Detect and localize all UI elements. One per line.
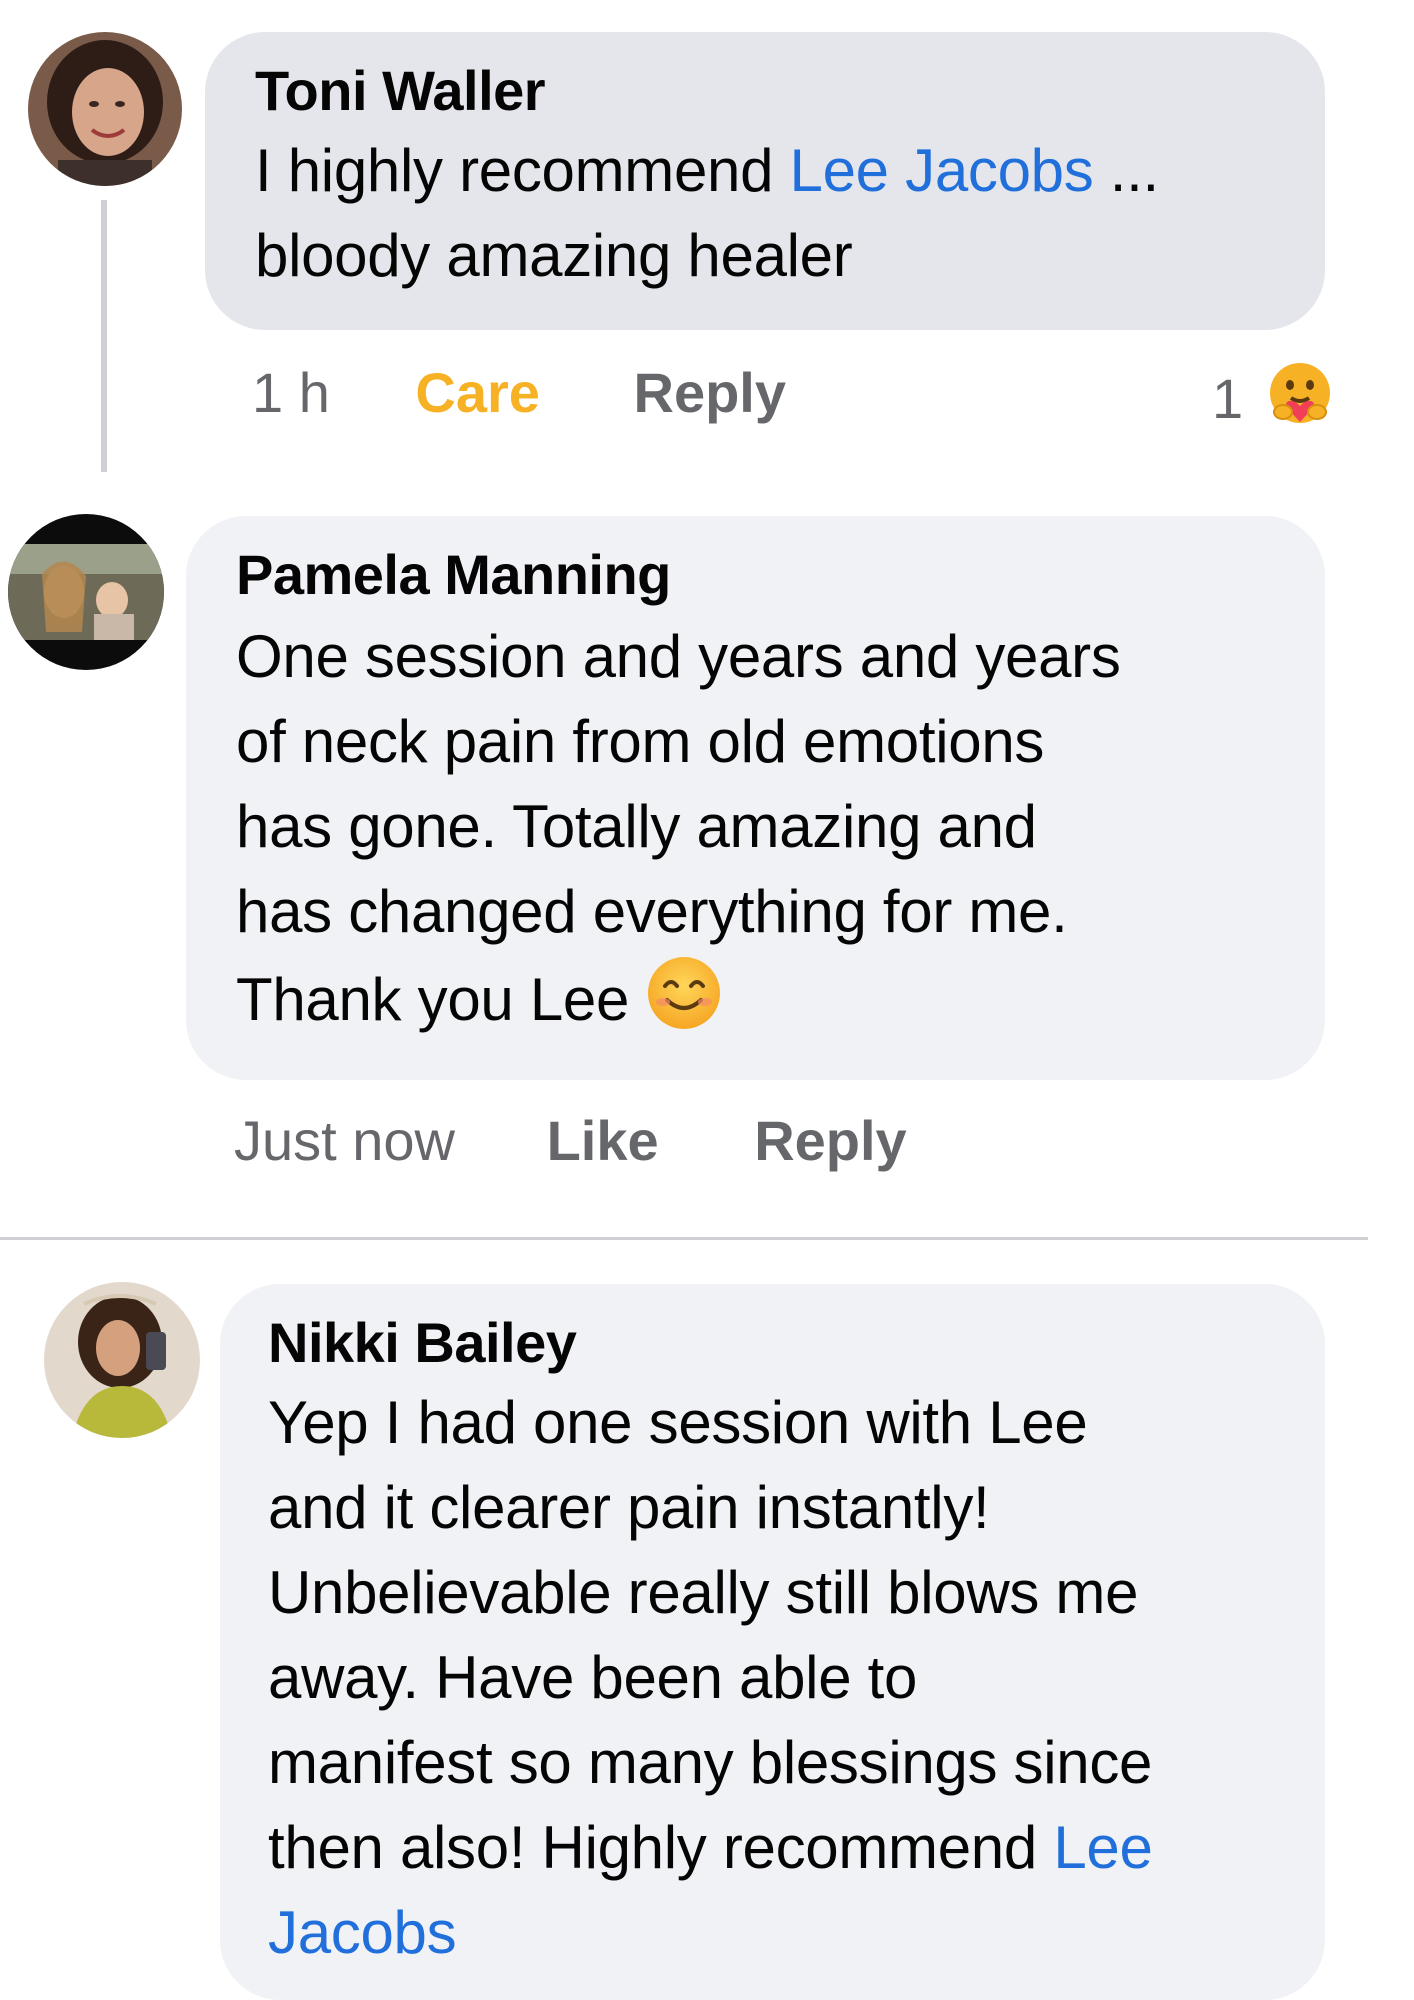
- comment-author[interactable]: Pamela Manning: [236, 542, 1275, 608]
- comment-text: Yep I had one session with Lee and it cl…: [268, 1380, 1275, 1975]
- comment-text-line: then also! Highly recommend Lee: [268, 1805, 1275, 1890]
- comment-text-line: has gone. Totally amazing and: [236, 793, 1037, 860]
- reply-button[interactable]: Reply: [634, 360, 787, 426]
- comment-bubble[interactable]: Pamela Manning One session and years and…: [186, 516, 1325, 1080]
- comment-text-line: Unbelievable really still blows me: [268, 1559, 1139, 1626]
- comment-text-line: One session and years and years: [236, 623, 1121, 690]
- comment-author[interactable]: Nikki Bailey: [268, 1310, 1275, 1376]
- comment-text-line: Yep I had one session with Lee: [268, 1389, 1088, 1456]
- comment-text: One session and years and years of neck …: [236, 614, 1275, 1054]
- comment-text-line: of neck pain from old emotions: [236, 708, 1045, 775]
- like-button[interactable]: Like: [547, 1108, 659, 1174]
- comment-text-line: has changed everything for me.: [236, 878, 1068, 945]
- comment-text-part: Thank you Lee: [236, 966, 630, 1033]
- comment-pamela-manning: Pamela Manning One session and years and…: [0, 480, 1414, 1220]
- reaction-count: 1: [1212, 367, 1244, 430]
- avatar-pamela-manning[interactable]: [8, 514, 164, 670]
- comment-actions: Just now Like Reply: [234, 1108, 907, 1174]
- mention-link[interactable]: Lee: [1053, 1814, 1153, 1881]
- comment-toni-waller: Toni Waller I highly recommend Lee Jacob…: [0, 0, 1414, 480]
- avatar-nikki-bailey[interactable]: [44, 1282, 200, 1438]
- mention-link[interactable]: Jacobs: [268, 1899, 457, 1966]
- comment-text-line: bloody amazing healer: [255, 222, 853, 289]
- comment-nikki-bailey: Nikki Bailey Yep I had one session with …: [0, 1240, 1414, 2000]
- thread-line: [101, 200, 107, 472]
- comment-text-line: away. Have been able to: [268, 1644, 918, 1711]
- comment-text: I highly recommend Lee Jacobs ...: [255, 128, 1275, 213]
- care-reaction-button[interactable]: Care: [415, 360, 540, 426]
- comment-author[interactable]: Toni Waller: [255, 58, 1275, 124]
- comment-text-line: Thank you Lee: [236, 954, 1275, 1054]
- comment-text-part: ...: [1093, 137, 1159, 204]
- comment-text-line: manifest so many blessings since: [268, 1729, 1153, 1796]
- comment-bubble[interactable]: Nikki Bailey Yep I had one session with …: [220, 1284, 1325, 2000]
- avatar-photo-icon: [28, 32, 182, 186]
- avatar-photo-icon: [8, 514, 164, 670]
- timestamp[interactable]: 1 h: [252, 360, 330, 426]
- avatar-photo-icon: [44, 1282, 200, 1438]
- comment-text-part: then also! Highly recommend: [268, 1814, 1054, 1881]
- mention-link[interactable]: Lee Jacobs: [790, 137, 1094, 204]
- comment-text-line: and it clearer pain instantly!: [268, 1474, 990, 1541]
- comment-text-part: I highly recommend: [255, 137, 790, 204]
- reply-button[interactable]: Reply: [754, 1108, 907, 1174]
- smiling-face-emoji-icon: [645, 954, 723, 1054]
- comment-text-line: Jacobs: [268, 1890, 1275, 1975]
- timestamp[interactable]: Just now: [234, 1108, 455, 1174]
- avatar-toni-waller[interactable]: [28, 32, 182, 186]
- comment-bubble[interactable]: Toni Waller I highly recommend Lee Jacob…: [205, 32, 1325, 330]
- care-hug-emoji-icon: [1265, 360, 1335, 444]
- reaction-summary[interactable]: 1: [1212, 360, 1335, 444]
- comment-actions: 1 h Care Reply: [252, 360, 786, 426]
